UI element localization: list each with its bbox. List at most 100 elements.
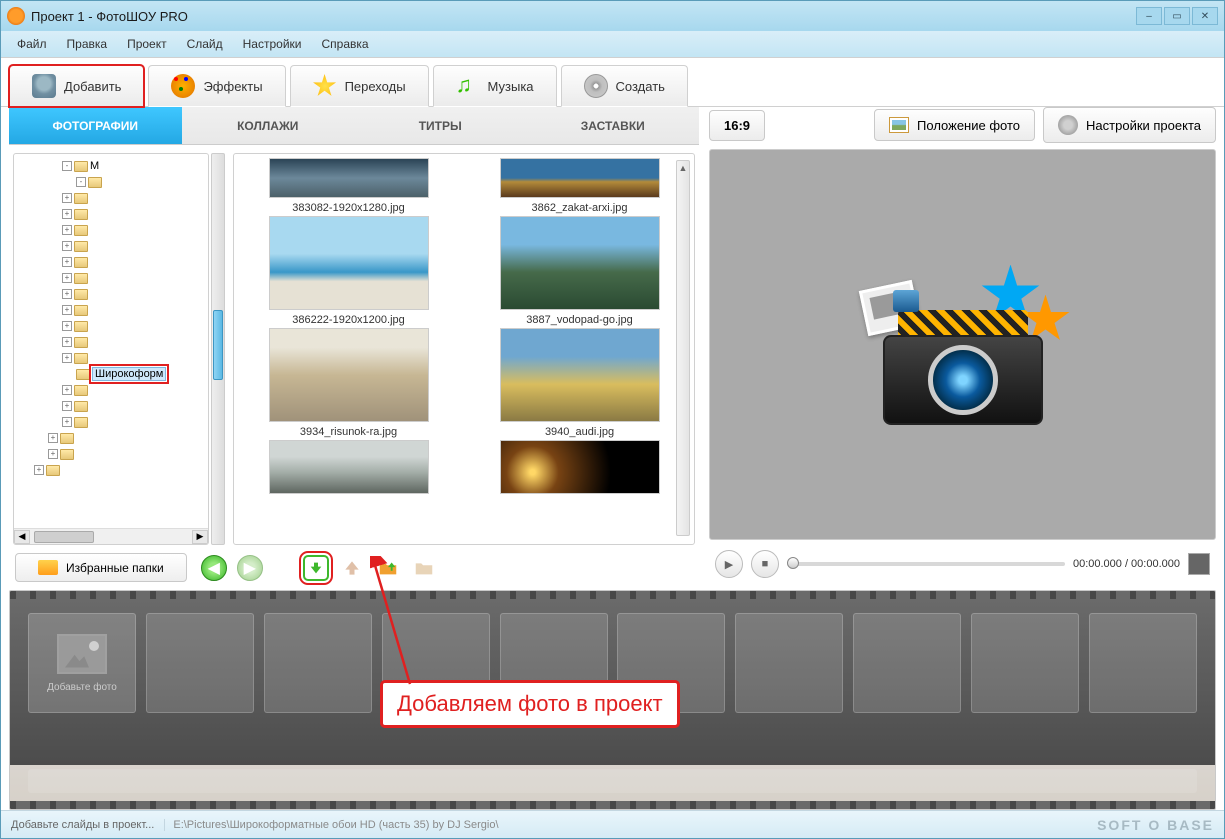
nav-forward-button[interactable]: ▶ (237, 555, 263, 581)
stop-button[interactable]: ■ (751, 550, 779, 578)
tree-h-scrollbar[interactable]: ◀▶ (14, 528, 208, 544)
tab-add-label: Добавить (64, 79, 121, 94)
minimize-button[interactable]: – (1136, 7, 1162, 25)
thumb-item[interactable]: 3934_risunok-ra.jpg (240, 328, 457, 438)
menu-file[interactable]: Файл (9, 35, 55, 53)
aspect-ratio-button[interactable]: 16:9 (709, 110, 765, 141)
nav-back-button[interactable]: ◀ (201, 555, 227, 581)
thumb-item[interactable] (240, 440, 457, 498)
watermark: SOFT O BASE (1097, 817, 1214, 833)
film-strip-top (10, 591, 1215, 599)
folder-star-icon (38, 560, 58, 575)
tab-effects[interactable]: Эффекты (148, 65, 285, 107)
menu-help[interactable]: Справка (313, 35, 376, 53)
time-display: 00:00.000 / 00:00.000 (1073, 558, 1180, 570)
tree-v-scrollbar[interactable] (211, 153, 225, 545)
timeline-slot[interactable] (264, 613, 372, 713)
add-photo-label: Добавьте фото (47, 682, 117, 693)
fullscreen-button[interactable] (1188, 553, 1210, 575)
subtab-titles[interactable]: ТИТРЫ (354, 107, 527, 144)
thumb-label: 383082-1920x1280.jpg (292, 202, 405, 214)
subtabs: ФОТОГРАФИИ КОЛЛАЖИ ТИТРЫ ЗАСТАВКИ (9, 107, 699, 145)
tab-effects-label: Эффекты (203, 79, 262, 94)
favorite-folders-button[interactable]: Избранные папки (15, 553, 187, 582)
timeline-slot[interactable] (971, 613, 1079, 713)
seek-slider[interactable] (787, 562, 1065, 566)
arrow-down-icon (308, 560, 324, 576)
thumb-item[interactable]: 3940_audi.jpg (471, 328, 688, 438)
timeline-slot[interactable] (735, 613, 843, 713)
thumbnail-grid: 383082-1920x1280.jpg 3862_zakat-arxi.jpg… (233, 153, 695, 545)
tab-add[interactable]: Добавить (9, 65, 144, 107)
preview-area (709, 149, 1216, 540)
tab-music[interactable]: ♫ Музыка (433, 65, 557, 107)
tab-create-label: Создать (616, 79, 665, 94)
status-path: E:\Pictures\Широкоформатные обои HD (час… (164, 819, 498, 831)
music-icon: ♫ (456, 74, 480, 98)
menu-settings[interactable]: Настройки (235, 35, 310, 53)
menu-project[interactable]: Проект (119, 35, 175, 53)
thumb-label: 3862_zakat-arxi.jpg (531, 202, 627, 214)
timeline-slot[interactable] (146, 613, 254, 713)
timeline-slot[interactable] (853, 613, 961, 713)
thumb-label: 386222-1920x1200.jpg (292, 314, 405, 326)
maximize-button[interactable]: ▭ (1164, 7, 1190, 25)
set-label: Настройки проекта (1086, 118, 1201, 133)
titlebar[interactable]: Проект 1 - ФотоШОУ PRO – ▭ ✕ (1, 1, 1224, 31)
timeline-slot[interactable] (1089, 613, 1197, 713)
timeline-zoom-bar[interactable] (28, 769, 1197, 793)
tab-create[interactable]: Создать (561, 65, 688, 107)
project-settings-button[interactable]: Настройки проекта (1043, 107, 1216, 143)
subtab-photos[interactable]: ФОТОГРАФИИ (9, 107, 182, 144)
thumb-item[interactable]: 386222-1920x1200.jpg (240, 216, 457, 326)
fav-label: Избранные папки (66, 561, 164, 575)
thumbs-scrollbar[interactable]: ▲ (676, 160, 690, 536)
play-button[interactable]: ▶ (715, 550, 743, 578)
tree-selected-folder[interactable]: Широкоформ (92, 367, 166, 381)
tab-music-label: Музыка (488, 79, 534, 94)
picture-icon (889, 117, 909, 133)
camera-icon (32, 74, 56, 98)
thumb-item[interactable]: 383082-1920x1280.jpg (240, 158, 457, 214)
pos-label: Положение фото (917, 118, 1020, 133)
up-folder-button-disabled (411, 555, 437, 581)
menu-edit[interactable]: Правка (59, 35, 116, 53)
add-photo-slot[interactable]: Добавьте фото (28, 613, 136, 713)
left-panel: ФОТОГРАФИИ КОЛЛАЖИ ТИТРЫ ЗАСТАВКИ -M - +… (9, 107, 699, 582)
app-logo-graphic (833, 215, 1093, 475)
thumb-label: 3934_risunok-ra.jpg (300, 426, 397, 438)
timeline-slot[interactable] (617, 613, 725, 713)
status-bar: Добавьте слайды в проект... E:\Pictures\… (1, 810, 1224, 838)
app-icon (7, 7, 25, 25)
thumb-label: 3887_vodopad-go.jpg (526, 314, 632, 326)
menu-slide[interactable]: Слайд (179, 35, 231, 53)
thumb-item[interactable]: 3862_zakat-arxi.jpg (471, 158, 688, 214)
subtab-collages[interactable]: КОЛЛАЖИ (182, 107, 355, 144)
film-strip-bottom (10, 801, 1215, 809)
up-button-disabled (339, 555, 365, 581)
add-folder-button[interactable] (375, 555, 401, 581)
window-title: Проект 1 - ФотоШОУ PRO (31, 9, 1136, 24)
subtab-intros[interactable]: ЗАСТАВКИ (527, 107, 700, 144)
placeholder-image-icon (57, 634, 107, 674)
photo-position-button[interactable]: Положение фото (874, 109, 1035, 141)
tab-transitions[interactable]: Переходы (290, 65, 429, 107)
gear-icon (1058, 115, 1078, 135)
disc-icon (584, 74, 608, 98)
close-button[interactable]: ✕ (1192, 7, 1218, 25)
status-hint: Добавьте слайды в проект... (11, 819, 154, 831)
palette-icon (171, 74, 195, 98)
add-to-project-button[interactable] (303, 555, 329, 581)
folder-tree[interactable]: -M - + + + + + + + + + + + Широкоформ (13, 153, 209, 545)
main-toolbar: Добавить Эффекты Переходы ♫ Музыка Созда… (1, 57, 1224, 107)
timeline: Добавьте фото (9, 590, 1216, 810)
thumb-label: 3940_audi.jpg (545, 426, 614, 438)
star-icon (313, 74, 337, 98)
thumb-item[interactable] (471, 440, 688, 498)
menu-bar: Файл Правка Проект Слайд Настройки Справ… (1, 31, 1224, 57)
timeline-slot[interactable] (382, 613, 490, 713)
tab-transitions-label: Переходы (345, 79, 406, 94)
right-panel: 16:9 Положение фото Настройки проекта (709, 107, 1216, 582)
timeline-slot[interactable] (500, 613, 608, 713)
thumb-item[interactable]: 3887_vodopad-go.jpg (471, 216, 688, 326)
